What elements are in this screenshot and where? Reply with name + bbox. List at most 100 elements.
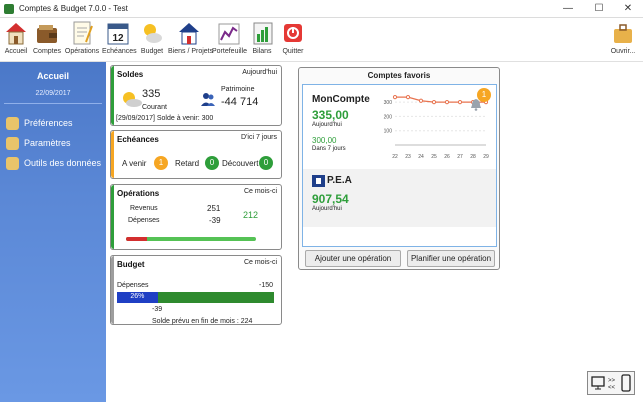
people-icon bbox=[201, 93, 215, 106]
chart-x-tick-label: 23 bbox=[405, 154, 411, 160]
toolbar-label: Accueil bbox=[4, 48, 28, 55]
toolbar-label: Quitter bbox=[282, 48, 304, 55]
svg-text:>>: >> bbox=[608, 378, 616, 384]
echeances-decouvert-label: Découvert bbox=[222, 159, 259, 168]
sidebar-item-outils[interactable]: Outils des données bbox=[6, 157, 104, 171]
budget-period: Ce mois-ci bbox=[243, 259, 277, 266]
power-icon bbox=[284, 24, 302, 42]
chart-x-tick-label: 28 bbox=[470, 154, 476, 160]
panel-accent bbox=[111, 131, 114, 178]
phone-icon bbox=[621, 374, 631, 392]
moncompte-alert-badge: 1 bbox=[477, 88, 491, 102]
toolbar-label: Opérations bbox=[64, 48, 100, 55]
chart-x-tick-label: 29 bbox=[483, 154, 489, 160]
favorites-list: MonCompte 335,00 Aujourd'hui 300,00 Dans… bbox=[302, 84, 497, 247]
sidebar-item-parametres[interactable]: Paramètres bbox=[6, 137, 104, 151]
toolbar-portefeuille[interactable]: Portefeuille bbox=[212, 20, 247, 60]
chart-x-tick-label: 26 bbox=[444, 154, 450, 160]
operations-depenses-value: -39 bbox=[209, 216, 221, 225]
sidebar-item-label: Préférences bbox=[24, 118, 73, 128]
chart-x-tick-label: 27 bbox=[457, 154, 463, 160]
favorite-account-pea[interactable]: P.E.A 907,54 Aujourd'hui bbox=[303, 169, 496, 227]
chart-point bbox=[431, 100, 437, 105]
echeances-title: Echéances bbox=[117, 135, 159, 144]
operations-net-value: 212 bbox=[243, 210, 259, 220]
house-icon bbox=[179, 23, 199, 45]
soldes-patrimoine-label: Patrimoine bbox=[221, 86, 255, 93]
home-icon bbox=[6, 23, 26, 45]
device-toggle-button[interactable]: >> << bbox=[587, 371, 635, 395]
favorite-account-moncompte[interactable]: MonCompte 335,00 Aujourd'hui 300,00 Dans… bbox=[303, 85, 496, 168]
toolbar-operations[interactable]: Opérations bbox=[64, 20, 100, 60]
soldes-title: Soldes bbox=[117, 70, 144, 79]
toolbar-comptes[interactable]: Comptes bbox=[33, 20, 61, 60]
toolbar-quitter[interactable]: Quitter bbox=[281, 20, 305, 60]
calendar-icon: 12 bbox=[107, 23, 129, 45]
toolbar-biens-projets[interactable]: Biens / Projets bbox=[168, 20, 214, 60]
soldes-panel[interactable]: Soldes Aujourd'hui 335 Courant Patrimoin… bbox=[110, 65, 282, 126]
sun-cloud-icon bbox=[144, 24, 162, 43]
settings-icon bbox=[6, 137, 19, 150]
svg-text:<<: << bbox=[608, 385, 616, 390]
operations-depenses-label: Dépenses bbox=[128, 217, 160, 224]
title-bar: Comptes & Budget 7.0.0 - Test — ☐ ✕ bbox=[0, 0, 643, 18]
database-tools-icon bbox=[6, 157, 19, 170]
budget-percent-label: 26% bbox=[130, 293, 145, 300]
soldes-courant-value: 335 bbox=[142, 88, 161, 100]
budget-bar: 26% bbox=[117, 292, 274, 303]
panel-accent bbox=[111, 185, 114, 249]
preferences-icon bbox=[6, 117, 19, 130]
operations-period: Ce mois-ci bbox=[243, 188, 277, 195]
budget-panel[interactable]: Budget Ce mois-ci Dépenses -150 26% -39 … bbox=[110, 255, 282, 325]
plan-operation-button[interactable]: Planifier une opération bbox=[407, 250, 495, 267]
maximize-button[interactable]: ☐ bbox=[584, 0, 614, 18]
monitor-icon bbox=[591, 376, 605, 390]
echeances-period: D'ici 7 jours bbox=[241, 134, 277, 141]
minimize-button[interactable]: — bbox=[553, 0, 583, 18]
close-button[interactable]: ✕ bbox=[613, 0, 643, 18]
toolbar-echeances[interactable]: 12 Echéances bbox=[102, 20, 137, 60]
stock-chart-icon bbox=[218, 23, 240, 45]
toolbar-ouvrir[interactable]: Ouvrir... bbox=[608, 20, 638, 60]
calendar-day: 12 bbox=[112, 33, 124, 44]
add-operation-button[interactable]: Ajouter une opération bbox=[305, 250, 401, 267]
moncompte-balance-caption: Aujourd'hui bbox=[312, 122, 342, 128]
sidebar-item-preferences[interactable]: Préférences bbox=[6, 117, 104, 131]
toolbar-label: Comptes bbox=[33, 48, 62, 55]
budget-spent-fill: 26% bbox=[117, 292, 158, 303]
pea-name: P.E.A bbox=[327, 175, 352, 186]
moncompte-balance: 335,00 bbox=[312, 108, 349, 122]
chart-x-tick-label: 25 bbox=[431, 154, 437, 160]
toolbar-accueil[interactable]: Accueil bbox=[4, 20, 28, 60]
echeances-decouvert-badge: 0 bbox=[259, 156, 273, 170]
budget-total: -150 bbox=[259, 282, 274, 289]
chart-y-tick-label: 100 bbox=[384, 129, 393, 135]
window-title: Comptes & Budget 7.0.0 - Test bbox=[19, 4, 128, 13]
operations-revenus-label: Revenus bbox=[130, 205, 158, 212]
operations-ratio-bar bbox=[126, 237, 256, 241]
operations-panel[interactable]: Opérations Ce mois-ci Revenus 251 Dépens… bbox=[110, 184, 282, 250]
echeances-panel[interactable]: Echéances D'ici 7 jours A venir 1 Retard… bbox=[110, 130, 282, 179]
toolbar-bilans[interactable]: Bilans bbox=[251, 20, 273, 60]
toolbar-label: Echéances bbox=[102, 48, 137, 55]
echeances-retard-badge: 0 bbox=[205, 156, 219, 170]
echeances-avenir-badge: 1 bbox=[154, 156, 168, 170]
sidebar-item-label: Outils des données bbox=[24, 158, 102, 168]
sidebar-date: 22/09/2017 bbox=[35, 90, 71, 97]
soldes-footer: [29/09/2017] Solde à venir: 300 bbox=[116, 115, 214, 122]
panel-accent bbox=[111, 256, 114, 324]
operations-title: Opérations bbox=[117, 189, 160, 198]
pea-balance-caption: Aujourd'hui bbox=[312, 206, 342, 212]
report-icon bbox=[253, 22, 273, 45]
moncompte-name: MonCompte bbox=[312, 94, 370, 105]
budget-footer: Solde prévu en fin de mois : 224 bbox=[152, 318, 253, 325]
sidebar: Accueil 22/09/2017 Préférences Paramètre… bbox=[0, 62, 106, 402]
sidebar-divider bbox=[4, 103, 102, 104]
toolbar-label: Biens / Projets bbox=[168, 48, 214, 55]
moncompte-future-caption: Dans 7 jours bbox=[312, 146, 346, 152]
document-pencil-icon bbox=[73, 21, 93, 45]
echeances-retard-label: Retard bbox=[175, 159, 200, 168]
toolbar-budget[interactable]: Budget bbox=[139, 20, 165, 60]
toolbar-label: Budget bbox=[140, 48, 164, 55]
budget-title: Budget bbox=[117, 260, 145, 269]
